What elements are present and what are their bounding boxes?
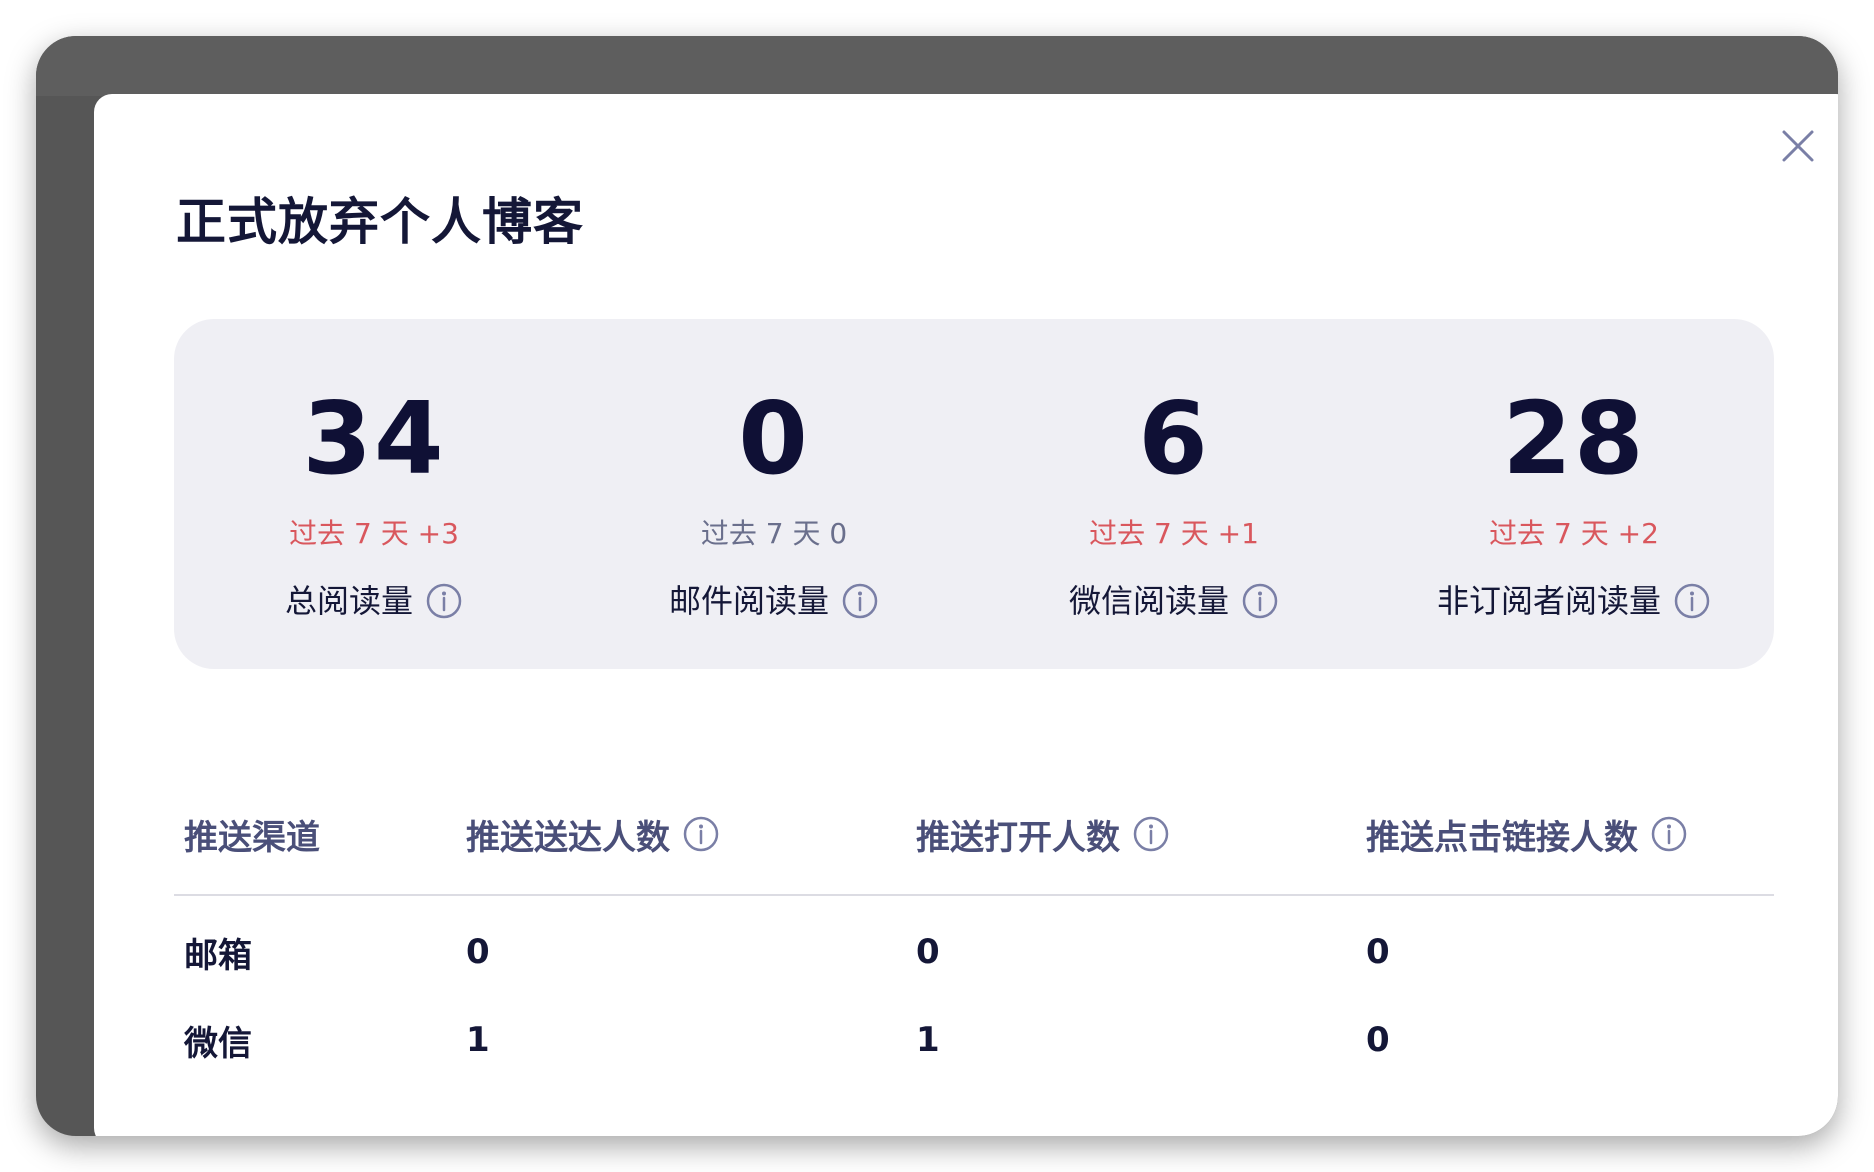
stat-email-reads: 0 过去 7 天 0 邮件阅读量 xyxy=(574,319,974,669)
delivery-table: 推送渠道 推送送达人数 推送打开人数 推送点击链接人数 邮箱 0 0 0 微信 … xyxy=(174,774,1774,1084)
info-icon[interactable] xyxy=(682,815,720,853)
header-channel: 推送渠道 xyxy=(174,774,456,896)
table-header-row: 推送渠道 推送送达人数 推送打开人数 推送点击链接人数 xyxy=(174,774,1774,896)
stat-total-reads: 34 过去 7 天 +3 总阅读量 xyxy=(174,319,574,669)
window-frame: 正式放弃个人博客 34 过去 7 天 +3 总阅读量 0 过去 7 天 0 邮件… xyxy=(36,36,1838,1136)
stat-label-row: 微信阅读量 xyxy=(1069,581,1279,621)
stat-label: 邮件阅读量 xyxy=(668,582,829,620)
info-icon[interactable] xyxy=(841,582,879,620)
stat-value: 0 xyxy=(738,380,810,497)
stat-label-row: 总阅读量 xyxy=(285,581,463,621)
stat-wechat-reads: 6 过去 7 天 +1 微信阅读量 xyxy=(974,319,1374,669)
cell-delivered: 1 xyxy=(466,1020,490,1060)
stat-value: 28 xyxy=(1502,380,1646,497)
stat-change: 过去 7 天 +3 xyxy=(289,517,459,550)
header-opened: 推送打开人数 xyxy=(906,774,1356,896)
info-icon[interactable] xyxy=(1132,815,1170,853)
info-icon[interactable] xyxy=(1241,582,1279,620)
stats-modal: 正式放弃个人博客 34 过去 7 天 +3 总阅读量 0 过去 7 天 0 邮件… xyxy=(94,94,1838,1136)
stat-change: 过去 7 天 +1 xyxy=(1089,517,1259,550)
header-delivered-label: 推送送达人数 xyxy=(466,817,670,858)
header-clicked-label: 推送点击链接人数 xyxy=(1366,817,1638,858)
cell-channel: 微信 xyxy=(184,1023,252,1064)
close-button[interactable] xyxy=(1776,124,1820,168)
stat-value: 34 xyxy=(302,380,446,497)
stat-value: 6 xyxy=(1138,380,1210,497)
background-app xyxy=(36,36,1838,96)
cell-opened: 0 xyxy=(916,932,940,972)
stat-change: 过去 7 天 +2 xyxy=(1489,517,1659,550)
header-delivered: 推送送达人数 xyxy=(456,774,906,896)
table-row: 邮箱 0 0 0 xyxy=(174,895,1774,996)
header-clicked: 推送点击链接人数 xyxy=(1356,774,1774,896)
close-icon xyxy=(1782,130,1814,162)
stat-change: 过去 7 天 0 xyxy=(700,517,848,550)
cell-channel: 邮箱 xyxy=(184,935,252,976)
info-icon[interactable] xyxy=(425,582,463,620)
cell-delivered: 0 xyxy=(466,932,490,972)
cell-clicked: 0 xyxy=(1366,1020,1390,1060)
cell-clicked: 0 xyxy=(1366,932,1390,972)
stat-non-subscriber-reads: 28 过去 7 天 +2 非订阅者阅读量 xyxy=(1374,319,1774,669)
stat-label-row: 邮件阅读量 xyxy=(669,581,879,621)
stats-card: 34 过去 7 天 +3 总阅读量 0 过去 7 天 0 邮件阅读量 6 过去 … xyxy=(174,319,1774,669)
table-row: 微信 1 1 0 xyxy=(174,996,1774,1084)
header-opened-label: 推送打开人数 xyxy=(916,817,1120,858)
stat-label: 微信阅读量 xyxy=(1068,582,1229,620)
stat-label: 非订阅者阅读量 xyxy=(1436,582,1661,620)
modal-title: 正式放弃个人博客 xyxy=(176,193,584,251)
stat-label: 总阅读量 xyxy=(284,582,413,620)
info-icon[interactable] xyxy=(1673,582,1711,620)
stat-label-row: 非订阅者阅读量 xyxy=(1437,581,1711,621)
screenshot: 正式放弃个人博客 34 过去 7 天 +3 总阅读量 0 过去 7 天 0 邮件… xyxy=(0,0,1874,1172)
cell-opened: 1 xyxy=(916,1020,940,1060)
info-icon[interactable] xyxy=(1650,815,1688,853)
